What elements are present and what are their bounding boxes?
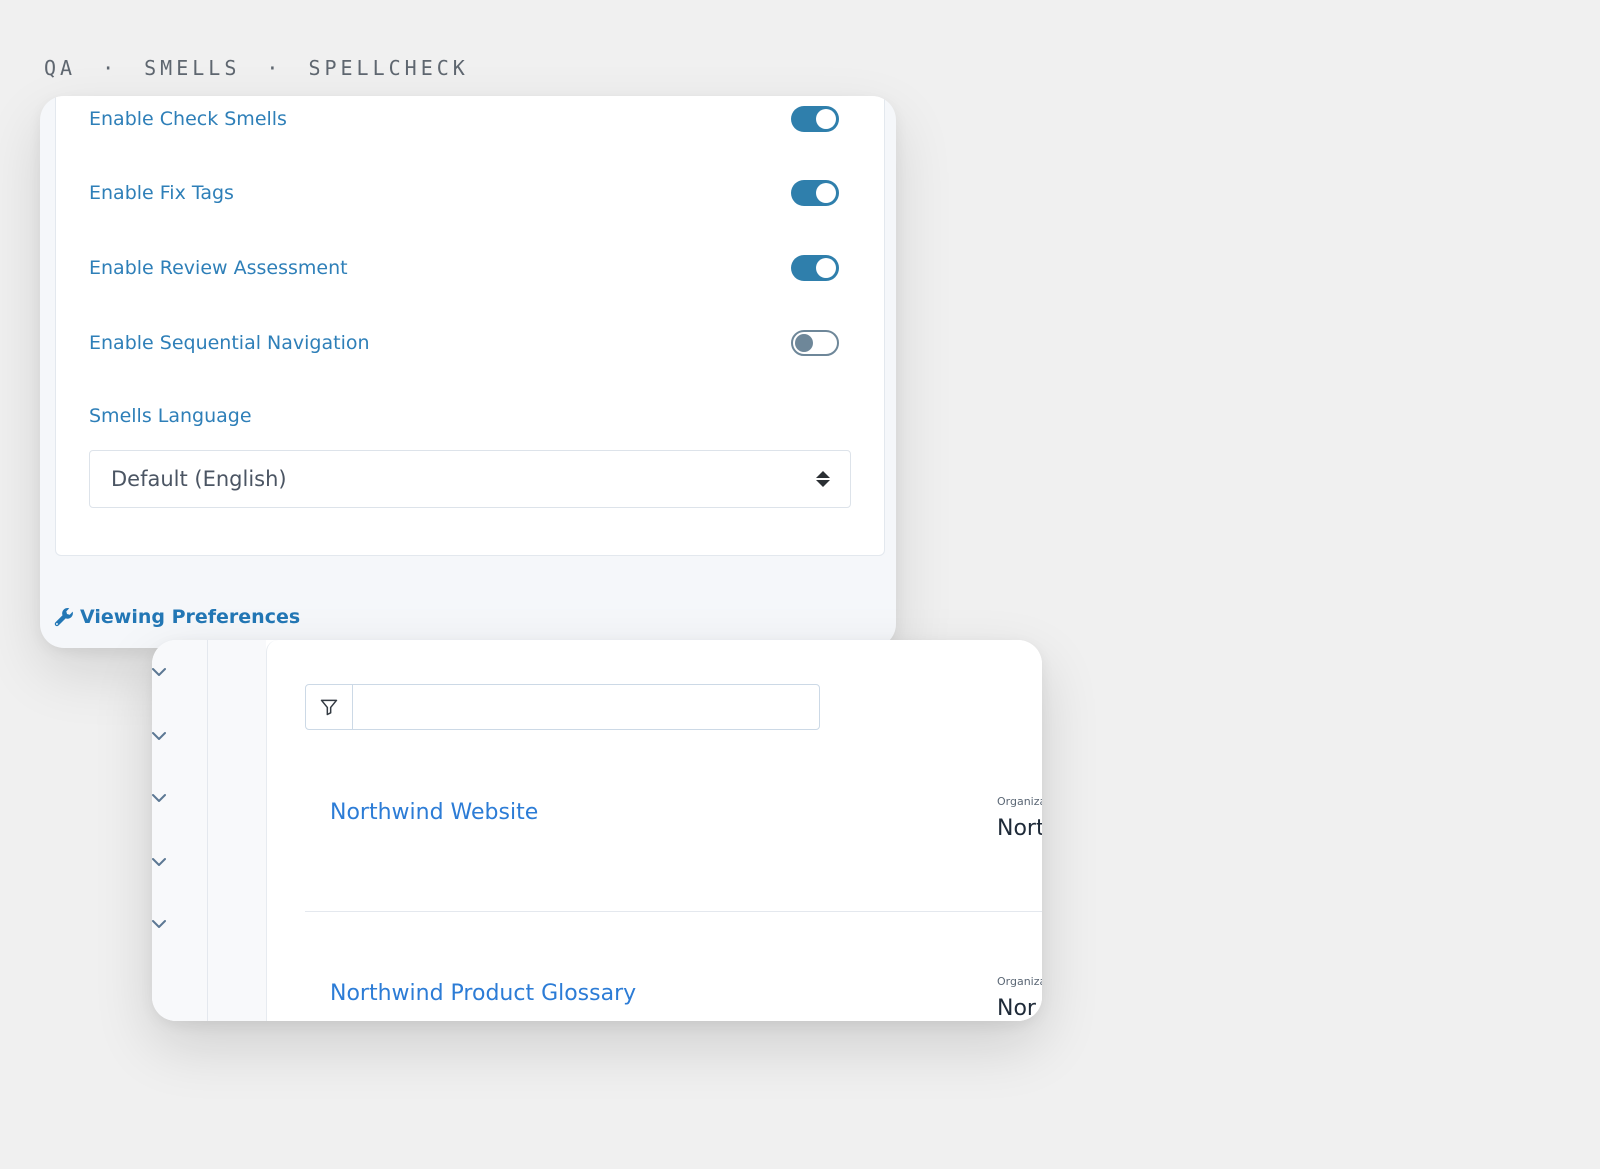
- project-link-northwind-product-glossary[interactable]: Northwind Product Glossary: [330, 981, 636, 1006]
- organization-value: Nor: [997, 996, 1036, 1021]
- smells-language-label: Smells Language: [89, 405, 252, 427]
- check-smells-toggle[interactable]: [791, 106, 839, 132]
- sidebar-gutter: [208, 640, 266, 1021]
- settings-card: Enable Check Smells Enable Fix Tags Enab…: [40, 96, 896, 648]
- projects-card: Northwind Website Organiza Nort Northwin…: [152, 640, 1042, 1021]
- screen: QA · SMELLS · SPELLCHECK Enable Check Smells…: [0, 0, 1600, 1169]
- filter-input[interactable]: [352, 684, 820, 730]
- toggle-knob: [816, 183, 836, 203]
- breadcrumb-separator: ·: [266, 56, 283, 80]
- breadcrumb-item-qa[interactable]: QA: [44, 56, 76, 80]
- breadcrumb-item-spellcheck[interactable]: SPELLCHECK: [308, 56, 468, 80]
- setting-row-review-assessment: Enable Review Assessment: [89, 248, 839, 288]
- viewing-preferences-label: Viewing Preferences: [80, 606, 301, 628]
- chevron-down-icon[interactable]: [152, 731, 166, 741]
- toggle-knob: [816, 109, 836, 129]
- setting-label: Enable Fix Tags: [89, 182, 234, 204]
- organization-label: Organiza: [997, 795, 1042, 808]
- organization-value: Nort: [997, 816, 1042, 841]
- setting-label: Enable Review Assessment: [89, 257, 348, 279]
- toggle-knob: [795, 334, 813, 352]
- organization-label: Organiza: [997, 975, 1042, 988]
- filter-button[interactable]: [305, 684, 353, 730]
- review-assessment-toggle[interactable]: [791, 255, 839, 281]
- fix-tags-toggle[interactable]: [791, 180, 839, 206]
- project-link-northwind-website[interactable]: Northwind Website: [330, 800, 538, 825]
- breadcrumb: QA · SMELLS · SPELLCHECK: [44, 56, 469, 80]
- toggle-knob: [816, 258, 836, 278]
- settings-panel: Enable Check Smells Enable Fix Tags Enab…: [55, 96, 885, 556]
- setting-row-fix-tags: Enable Fix Tags: [89, 173, 839, 213]
- sort-updown-icon: [816, 471, 830, 487]
- setting-row-sequential-navigation: Enable Sequential Navigation: [89, 323, 839, 363]
- breadcrumb-item-smells[interactable]: SMELLS: [144, 56, 240, 80]
- wrench-icon: [54, 608, 73, 627]
- chevron-down-icon[interactable]: [152, 793, 166, 803]
- setting-row-check-smells: Enable Check Smells: [89, 99, 839, 139]
- sequential-navigation-toggle[interactable]: [791, 330, 839, 356]
- setting-label: Enable Check Smells: [89, 108, 287, 130]
- breadcrumb-separator: ·: [102, 56, 119, 80]
- setting-label: Enable Sequential Navigation: [89, 332, 370, 354]
- projects-list: Northwind Website Organiza Nort Northwin…: [266, 640, 1042, 1021]
- viewing-preferences-link[interactable]: Viewing Preferences: [53, 606, 300, 628]
- chevron-down-icon[interactable]: [152, 857, 166, 867]
- smells-language-value: Default (English): [111, 467, 287, 491]
- chevron-down-icon[interactable]: [152, 667, 166, 677]
- sidebar: [152, 640, 208, 1021]
- chevron-down-icon[interactable]: [152, 919, 166, 929]
- smells-language-select[interactable]: Default (English): [89, 450, 851, 508]
- filter-icon: [320, 699, 338, 716]
- row-divider: [305, 911, 1042, 912]
